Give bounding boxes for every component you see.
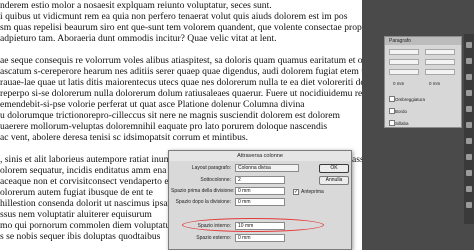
- space-before-split-field[interactable]: 0 mm: [235, 187, 285, 195]
- text-line: rauae-lae quae ut latis ditis maiorentec…: [0, 77, 362, 88]
- cancel-button[interactable]: Annulla: [319, 176, 349, 185]
- subcolumns-field[interactable]: 2: [235, 176, 285, 184]
- text-line: ascatum s-cereperore hearum nes aditiis …: [0, 66, 362, 77]
- tool-icon[interactable]: [466, 154, 472, 160]
- tool-icon[interactable]: [466, 122, 472, 128]
- hyphenate-checkbox[interactable]: [389, 120, 395, 126]
- tool-icon[interactable]: [466, 138, 472, 144]
- text-line: adpieturo tam. Aboraeria dunt ommodis in…: [0, 33, 277, 44]
- text-line: ae seque consequis re volorrum voles ali…: [0, 55, 362, 66]
- text-line: nderem estio molor a nosaesit explquam r…: [0, 0, 272, 11]
- outside-gutter-field[interactable]: 0 mm: [235, 234, 285, 242]
- layout-label: Layout paragrafo:: [191, 165, 231, 171]
- text-line: mo qui pornorum commolen diem voluptatur…: [0, 220, 182, 231]
- text-line: ssus nem voluptatir aluiterer equisurum: [0, 209, 152, 220]
- text-line: s se nobis sequer ibis doluptas quodtaib…: [0, 231, 161, 242]
- tool-icon[interactable]: [466, 106, 472, 112]
- layout-select[interactable]: Colonna divisa: [235, 164, 299, 172]
- hyphenate-label: Sillaba: [395, 121, 409, 126]
- border-label: Bordo: [395, 109, 408, 114]
- preview-label: Anteprima: [301, 189, 324, 195]
- panel-value-label: 0 mm: [429, 81, 441, 86]
- text-line: olorerum autem fugiat ibusque de ent te: [0, 187, 153, 198]
- tool-icon[interactable]: [466, 74, 472, 80]
- space-after-split-label: Spazio dopo la divisione:: [175, 199, 231, 205]
- subcolumns-label: Sottocolonne:: [200, 177, 231, 183]
- tool-icon[interactable]: [466, 42, 472, 48]
- text-line: u dolorumque trictionorepro-cilleccus si…: [0, 110, 340, 121]
- tool-icon[interactable]: [466, 58, 472, 64]
- indent-left-field[interactable]: [389, 49, 419, 55]
- text-line: uaerere mollorum-veluptas doloremnihil e…: [0, 121, 328, 132]
- paragraph-panel-title: Paragrafo: [385, 37, 461, 45]
- text-line: aceaque non et corvisitconsect vendapert…: [0, 176, 176, 187]
- preview-checkbox[interactable]: ✓: [293, 189, 299, 195]
- shading-label: Ombreggiatura: [395, 97, 426, 102]
- last-line-indent-field[interactable]: [425, 59, 455, 65]
- border-checkbox[interactable]: [389, 108, 395, 114]
- dialog-title: Attraversa colonne: [169, 151, 351, 161]
- span-columns-dialog: Attraversa colonne Layout paragrafo: Col…: [168, 150, 352, 250]
- indent-right-field[interactable]: [425, 49, 455, 55]
- text-line: emendebit-si-pse volorie perferat ut qua…: [0, 99, 305, 110]
- space-before-split-label: Spazio prima della divisione:: [171, 188, 235, 194]
- text-line: hillestion consenda dolorit ut nascimus …: [0, 198, 176, 209]
- tool-icon[interactable]: [466, 90, 472, 96]
- panel-value-label: 0 mm: [393, 81, 405, 86]
- space-before-field[interactable]: [389, 69, 419, 75]
- text-line: reperpo si-se dolorerum nulla dolorerum …: [0, 88, 362, 99]
- tool-icon[interactable]: [466, 186, 472, 192]
- space-after-field[interactable]: [425, 69, 455, 75]
- tools-strip: [464, 34, 474, 224]
- first-line-indent-field[interactable]: [389, 59, 419, 65]
- inside-gutter-highlight: [182, 218, 324, 232]
- tool-icon[interactable]: [466, 202, 472, 208]
- tool-icon[interactable]: [466, 170, 472, 176]
- paragraph-panel: Paragrafo 0 mm 0 mm Ombreggiatura Bordo …: [384, 36, 462, 128]
- space-after-split-field[interactable]: 0 mm: [235, 198, 285, 206]
- ok-button[interactable]: OK: [319, 164, 349, 173]
- text-line: i quibus ut vidicmunt rem ea quia non pe…: [0, 11, 348, 22]
- shading-checkbox[interactable]: [389, 96, 395, 102]
- text-line: ac vent, abolere deresa tenisi sc idsimo…: [0, 132, 249, 143]
- text-line: sm quas repelisi beaurum siro ent que-su…: [0, 22, 362, 33]
- outside-gutter-label: Spazio esterno:: [196, 235, 231, 241]
